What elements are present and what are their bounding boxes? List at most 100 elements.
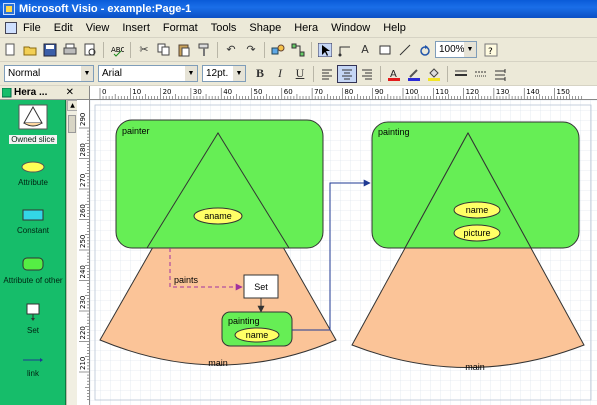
right-owned-slice[interactable]: painting name picture main <box>351 121 585 372</box>
master-link[interactable]: link <box>0 355 66 378</box>
toolbar-separator <box>311 41 312 58</box>
line-color-icon[interactable] <box>404 65 424 83</box>
copy-icon[interactable] <box>154 41 174 59</box>
ruler-label: 60 <box>284 88 293 96</box>
menu-bar: File Edit View Insert Format Tools Shape… <box>0 18 597 38</box>
print-icon[interactable] <box>60 41 80 59</box>
picture-label: picture <box>463 228 490 238</box>
scroll-thumb[interactable] <box>68 115 76 133</box>
underline-button[interactable]: U <box>290 65 310 83</box>
ruler-label: 150 <box>557 88 570 96</box>
menu-window[interactable]: Window <box>331 22 370 34</box>
bold-button[interactable]: B <box>250 65 270 83</box>
ruler-corner[interactable] <box>77 86 90 100</box>
paints-label: paints <box>174 275 199 285</box>
visio-app-icon[interactable] <box>3 3 15 15</box>
line-ends-icon[interactable] <box>491 65 511 83</box>
chevron-down-icon[interactable]: ▼ <box>464 42 476 57</box>
master-constant[interactable]: Constant <box>0 208 66 235</box>
set-icon <box>26 303 40 321</box>
paste-icon[interactable] <box>174 41 194 59</box>
attribute-of-other-icon <box>22 257 44 271</box>
chevron-down-icon[interactable]: ▼ <box>233 66 245 81</box>
master-label: Attribute of other <box>3 276 63 285</box>
italic-button[interactable]: I <box>270 65 290 83</box>
ruler-label: 20 <box>163 88 172 96</box>
pointer-tool-icon[interactable] <box>315 41 335 59</box>
menu-format[interactable]: Format <box>163 22 198 34</box>
font-size-select[interactable]: 12pt. ▼ <box>202 65 246 82</box>
undo-icon[interactable]: ↶ <box>221 41 241 59</box>
menu-hera[interactable]: Hera <box>294 22 318 34</box>
ruler-label: 30 <box>193 88 202 96</box>
save-icon[interactable] <box>40 41 60 59</box>
connector-tool-icon[interactable] <box>335 41 355 59</box>
print-preview-icon[interactable] <box>80 41 100 59</box>
spelling-icon[interactable]: ABC <box>107 41 127 59</box>
font-size-value: 12pt. <box>206 68 229 79</box>
zoom-value: 100% <box>439 44 465 55</box>
ruler-label: 70 <box>314 88 323 96</box>
line-pattern-icon[interactable] <box>471 65 491 83</box>
toolbar-separator <box>380 65 381 82</box>
rotate-icon[interactable] <box>415 41 435 59</box>
menu-view[interactable]: View <box>86 22 110 34</box>
document-icon[interactable] <box>5 21 17 34</box>
master-label: Constant <box>16 226 50 235</box>
format-painter-icon[interactable] <box>194 41 214 59</box>
zoom-select[interactable]: 100% ▼ <box>435 41 477 58</box>
master-attribute[interactable]: Attribute <box>0 160 66 187</box>
stencil-panel: Owned slice Attribute Constant Attribute… <box>0 100 66 405</box>
menu-shape[interactable]: Shape <box>249 22 281 34</box>
font-select[interactable]: Arial ▼ <box>98 65 198 82</box>
close-icon[interactable]: ✕ <box>66 87 74 98</box>
ruler-label: 110 <box>435 88 448 96</box>
toolbar-separator <box>264 41 265 58</box>
fill-color-icon[interactable] <box>424 65 444 83</box>
stencil-title: Hera ... <box>14 87 48 98</box>
ruler-label: 220 <box>79 326 87 339</box>
title-bar: Microsoft Visio - example:Page-1 <box>0 0 597 18</box>
align-left-icon[interactable] <box>317 65 337 83</box>
line-tool-icon[interactable] <box>395 41 415 59</box>
painting-label: painting <box>378 127 410 137</box>
horizontal-ruler[interactable]: 0 10 20 30 40 50 60 70 80 90 100 110 120 130 140 150 <box>90 86 597 100</box>
connector-icon[interactable] <box>288 41 308 59</box>
master-label: Attribute <box>18 178 48 187</box>
master-label: link <box>26 369 39 378</box>
menu-help[interactable]: Help <box>383 22 406 34</box>
menu-tools[interactable]: Tools <box>211 22 237 34</box>
name-label-right: name <box>466 205 489 215</box>
menu-file[interactable]: File <box>23 22 41 34</box>
drawing-canvas[interactable]: painter aname main paints Set painting n… <box>90 100 597 405</box>
ruler-label: 0 <box>102 88 106 96</box>
text-tool-icon[interactable]: A <box>355 41 375 59</box>
master-attribute-of-other[interactable]: Attribute of other <box>0 256 66 285</box>
redo-icon[interactable]: ↷ <box>241 41 261 59</box>
align-center-icon[interactable] <box>337 64 357 83</box>
master-owned-slice[interactable]: Owned slice <box>0 103 66 144</box>
ruler-label: 130 <box>496 88 509 96</box>
font-color-icon[interactable]: A <box>384 65 404 83</box>
chevron-down-icon[interactable]: ▼ <box>185 66 197 81</box>
owned-slice-icon <box>18 104 48 130</box>
align-right-icon[interactable] <box>357 65 377 83</box>
rectangle-tool-icon[interactable] <box>375 41 395 59</box>
cut-icon[interactable]: ✂ <box>134 41 154 59</box>
vertical-ruler[interactable]: 290 280 270 260 250 240 230 220 210 <box>77 100 90 405</box>
shapes-icon[interactable] <box>268 41 288 59</box>
style-value: Normal <box>8 68 41 79</box>
style-select[interactable]: Normal ▼ <box>4 65 94 82</box>
menu-edit[interactable]: Edit <box>54 22 73 34</box>
help-icon[interactable]: ? <box>481 41 501 59</box>
chevron-down-icon[interactable]: ▼ <box>81 66 93 81</box>
stencil-scrollbar[interactable]: ▲ <box>66 100 78 405</box>
open-icon[interactable] <box>20 41 40 59</box>
link-icon <box>23 358 43 362</box>
new-icon[interactable] <box>0 41 20 59</box>
menu-insert[interactable]: Insert <box>122 22 150 34</box>
master-set[interactable]: Set <box>0 302 66 335</box>
left-owned-slice[interactable]: painter aname main paints Set painting n… <box>99 119 337 368</box>
line-weight-icon[interactable] <box>451 65 471 83</box>
master-label: Set <box>26 326 39 335</box>
